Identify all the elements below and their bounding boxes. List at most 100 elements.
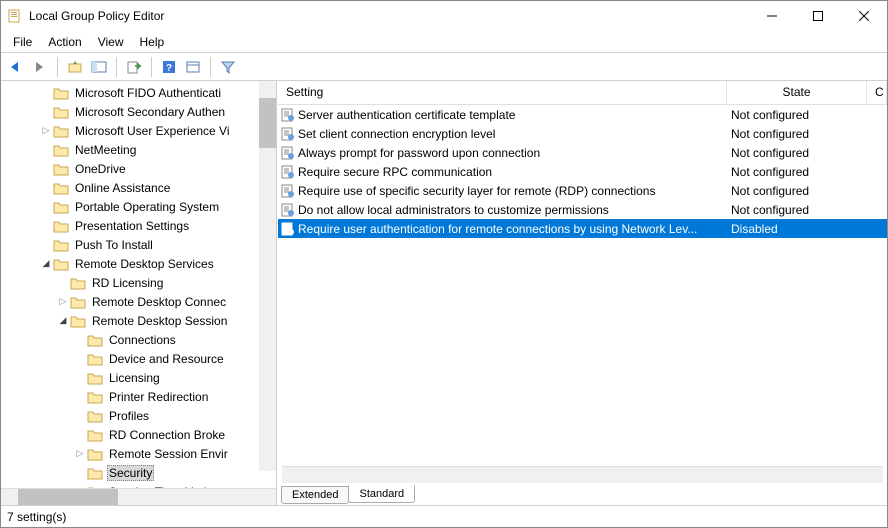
tree-item[interactable]: Connections (1, 330, 276, 349)
tree-item[interactable]: ◢Remote Desktop Services (1, 254, 276, 273)
back-button[interactable] (5, 56, 27, 78)
minimize-button[interactable] (749, 1, 795, 31)
tree-item[interactable]: Push To Install (1, 235, 276, 254)
folder-icon (53, 219, 69, 233)
tree-view[interactable]: Microsoft FIDO Authenticati Microsoft Sec… (1, 81, 276, 488)
tab-standard[interactable]: Standard (348, 485, 415, 503)
col-state[interactable]: State (727, 81, 867, 104)
show-hide-tree-button[interactable] (88, 56, 110, 78)
menu-action[interactable]: Action (40, 33, 89, 51)
folder-icon (87, 371, 103, 385)
setting-state: Disabled (727, 222, 867, 236)
tree-vscrollbar[interactable] (259, 81, 276, 471)
tree-item-label: Microsoft User Experience Vi (73, 124, 232, 138)
export-button[interactable] (123, 56, 145, 78)
setting-name: Require user authentication for remote c… (298, 222, 727, 236)
settings-row[interactable]: Server authentication certificate templa… (278, 105, 887, 124)
forward-button[interactable] (29, 56, 51, 78)
setting-state: Not configured (727, 146, 867, 160)
folder-icon (70, 276, 86, 290)
tree-item-label: Printer Redirection (107, 390, 210, 404)
settings-list[interactable]: Server authentication certificate templa… (278, 105, 887, 466)
list-header: Setting State C (278, 81, 887, 105)
tree-item-label: OneDrive (73, 162, 128, 176)
filter-button[interactable] (217, 56, 239, 78)
tree-item[interactable]: OneDrive (1, 159, 276, 178)
folder-icon (53, 143, 69, 157)
tree-item[interactable]: Microsoft FIDO Authenticati (1, 83, 276, 102)
tree-item[interactable]: Microsoft Secondary Authen (1, 102, 276, 121)
policy-icon (278, 165, 298, 179)
menu-help[interactable]: Help (132, 33, 173, 51)
folder-icon (53, 124, 69, 138)
tree-item[interactable]: Presentation Settings (1, 216, 276, 235)
tree-hscrollbar[interactable] (1, 488, 276, 505)
folder-icon (53, 257, 69, 271)
setting-state: Not configured (727, 108, 867, 122)
settings-row[interactable]: Require secure RPC communicationNot conf… (278, 162, 887, 181)
tree-item-label: Presentation Settings (73, 219, 191, 233)
col-setting[interactable]: Setting (278, 81, 727, 104)
menu-view[interactable]: View (90, 33, 132, 51)
tree-item-label: Remote Desktop Session (90, 314, 229, 328)
tree-item-label: Security (107, 465, 154, 481)
main-area: Microsoft FIDO Authenticati Microsoft Sec… (1, 81, 887, 505)
tree-item[interactable]: ▷Remote Desktop Connec (1, 292, 276, 311)
setting-state: Not configured (727, 184, 867, 198)
tree-item[interactable]: RD Connection Broke (1, 425, 276, 444)
tree-item-label: Device and Resource (107, 352, 226, 366)
tree-item-label: Push To Install (73, 238, 155, 252)
tree-item[interactable]: Online Assistance (1, 178, 276, 197)
titlebar: Local Group Policy Editor (1, 1, 887, 31)
tree-item[interactable]: RD Licensing (1, 273, 276, 292)
tree-item[interactable]: ◢Remote Desktop Session (1, 311, 276, 330)
settings-row[interactable]: Require use of specific security layer f… (278, 181, 887, 200)
properties-button[interactable] (182, 56, 204, 78)
policy-icon (278, 222, 298, 236)
tree-pane: Microsoft FIDO Authenticati Microsoft Sec… (1, 81, 277, 505)
close-button[interactable] (841, 1, 887, 31)
list-hscrollbar[interactable] (282, 466, 883, 483)
tab-extended[interactable]: Extended (281, 486, 349, 504)
setting-state: Not configured (727, 165, 867, 179)
folder-icon (53, 200, 69, 214)
tree-item-label: Portable Operating System (73, 200, 221, 214)
settings-row[interactable]: Require user authentication for remote c… (278, 219, 887, 238)
maximize-button[interactable] (795, 1, 841, 31)
tree-item[interactable]: Security (1, 463, 276, 482)
detail-tabs: Extended Standard (278, 483, 887, 505)
folder-icon (70, 314, 86, 328)
folder-icon (87, 466, 103, 480)
status-text: 7 setting(s) (7, 510, 66, 524)
settings-row[interactable]: Set client connection encryption levelNo… (278, 124, 887, 143)
policy-icon (278, 108, 298, 122)
tree-item[interactable]: ▷Remote Session Envir (1, 444, 276, 463)
folder-icon (53, 238, 69, 252)
tree-item-label: RD Licensing (90, 276, 165, 290)
help-button[interactable]: ? (158, 56, 180, 78)
up-button[interactable] (64, 56, 86, 78)
tree-item[interactable]: Device and Resource (1, 349, 276, 368)
settings-row[interactable]: Do not allow local administrators to cus… (278, 200, 887, 219)
tree-item[interactable]: Printer Redirection (1, 387, 276, 406)
tree-item[interactable]: Profiles (1, 406, 276, 425)
setting-name: Set client connection encryption level (298, 127, 727, 141)
folder-icon (87, 390, 103, 404)
tree-item[interactable]: Licensing (1, 368, 276, 387)
tree-item-label: Microsoft FIDO Authenticati (73, 86, 223, 100)
tree-item-label: Remote Session Envir (107, 447, 230, 461)
tree-item[interactable]: Portable Operating System (1, 197, 276, 216)
tree-item-label: Profiles (107, 409, 151, 423)
col-comment[interactable]: C (867, 81, 887, 104)
tree-item[interactable]: ▷Microsoft User Experience Vi (1, 121, 276, 140)
toolbar: ? (1, 53, 887, 81)
tree-item[interactable]: NetMeeting (1, 140, 276, 159)
svg-text:?: ? (166, 63, 172, 74)
folder-icon (87, 428, 103, 442)
menu-file[interactable]: File (5, 33, 40, 51)
setting-state: Not configured (727, 127, 867, 141)
window-title: Local Group Policy Editor (29, 9, 749, 23)
folder-icon (53, 86, 69, 100)
settings-row[interactable]: Always prompt for password upon connecti… (278, 143, 887, 162)
policy-icon (278, 203, 298, 217)
